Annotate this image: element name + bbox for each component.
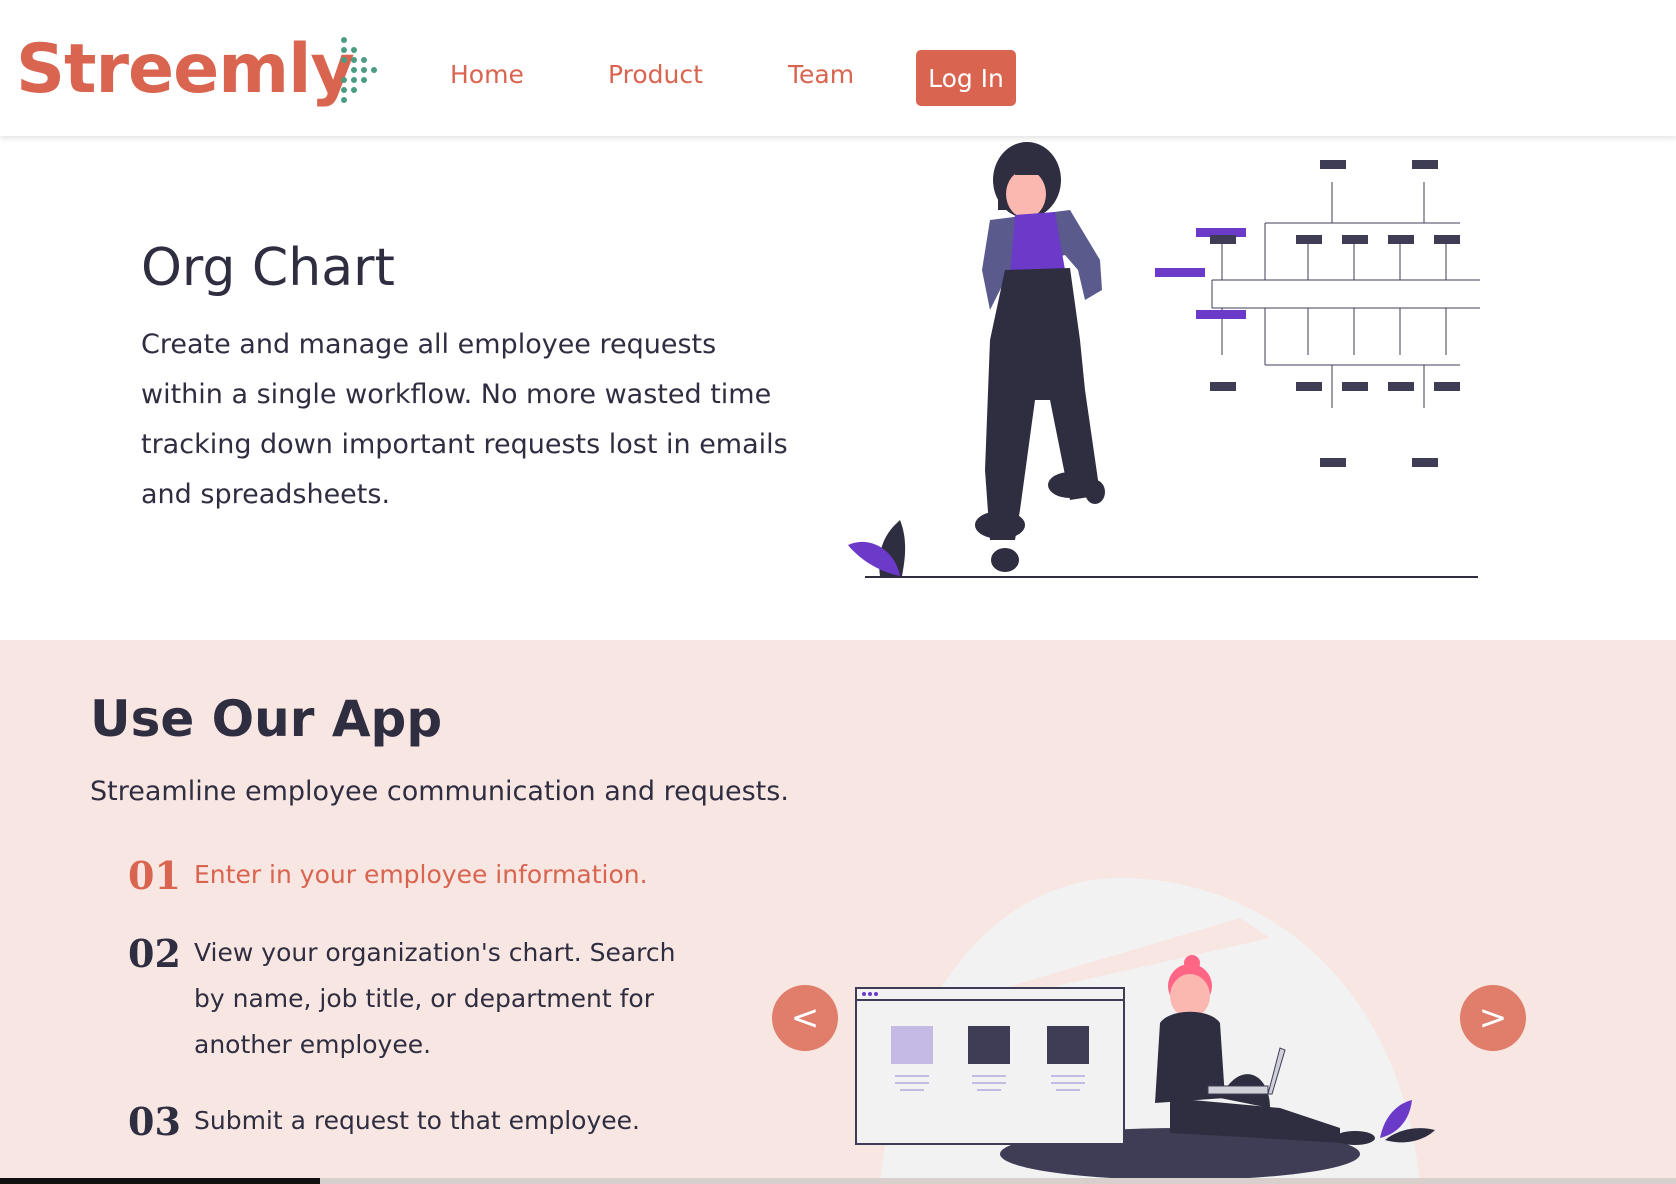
nav-team-link[interactable]: Team (788, 60, 854, 89)
login-button[interactable]: Log In (916, 50, 1016, 106)
app-title: Use Our App (90, 690, 443, 748)
carousel-next-button[interactable]: > (1460, 985, 1526, 1051)
step-number: 01 (128, 853, 181, 898)
brand-logo[interactable]: Streemly (16, 30, 355, 110)
page-bottom-edge (0, 1178, 1676, 1184)
org-chart-illustration (848, 142, 1480, 578)
org-chart-description: Create and manage all employee requests … (141, 329, 788, 510)
step-number: 03 (128, 1099, 181, 1144)
app-subtitle: Streamline employee communication and re… (90, 776, 789, 807)
step-number: 02 (128, 931, 181, 976)
logo-dots-icon (341, 37, 377, 103)
app-illustration (855, 878, 1435, 1184)
org-chart-title: Org Chart (141, 238, 395, 298)
carousel-prev-button[interactable]: < (772, 985, 838, 1051)
nav-home-link[interactable]: Home (450, 60, 524, 89)
navbar: Streemly Home Product Team Log In (0, 0, 1676, 136)
step-item: 03 Submit a request to that employee. (128, 1098, 640, 1146)
use-our-app-section: Use Our App Streamline employee communic… (0, 640, 1676, 1184)
nav-product-link[interactable]: Product (608, 60, 703, 89)
step-text: Enter in your employee information. (194, 860, 648, 889)
step-text: Submit a request to that employee. (194, 1106, 640, 1135)
step-item: 01 Enter in your employee information. (128, 852, 648, 900)
step-text: View your organization's chart. Search b… (194, 938, 676, 1059)
step-item: 02 View your organization's chart. Searc… (128, 930, 704, 1068)
